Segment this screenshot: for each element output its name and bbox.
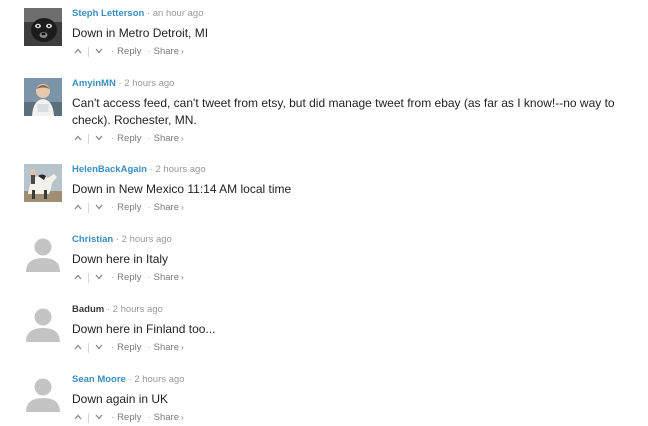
timestamp[interactable]: 2 hours ago [113, 304, 163, 315]
comment-body: HelenBackAgain · 2 hours ago Down in New… [72, 164, 624, 214]
share-button[interactable]: Share [154, 133, 179, 145]
comment-actions: · Reply · Share › [72, 46, 624, 58]
comment-body: Badum · 2 hours ago Down here in Finland… [72, 304, 624, 354]
comment-actions: · Reply · Share › [72, 133, 624, 145]
comment-text: Down in New Mexico 11:14 AM local time [72, 182, 292, 196]
action-separator: · [147, 412, 151, 423]
share-arrow-icon: › [181, 343, 184, 352]
comment-meta: Badum · 2 hours ago [72, 304, 624, 316]
downvote-icon[interactable] [93, 46, 105, 58]
author-link[interactable]: Christian [72, 234, 113, 245]
avatar-child-photo[interactable] [24, 78, 62, 116]
vote-divider [88, 343, 89, 353]
upvote-icon[interactable] [72, 133, 84, 145]
reply-button[interactable]: Reply [117, 46, 141, 58]
action-separator: · [111, 412, 115, 423]
comment-meta: Steph Letterson · an hour ago [72, 8, 624, 20]
timestamp[interactable]: 2 hours ago [124, 78, 174, 89]
reply-button[interactable]: Reply [117, 342, 141, 354]
downvote-icon[interactable] [93, 202, 105, 214]
author-link[interactable]: AmyinMN [72, 78, 116, 89]
timestamp[interactable]: 2 hours ago [155, 164, 205, 175]
action-separator: · [147, 46, 151, 57]
upvote-icon[interactable] [72, 272, 84, 284]
downvote-icon[interactable] [93, 272, 105, 284]
share-button[interactable]: Share [154, 202, 179, 214]
comment-text: Down here in Finland too... [72, 322, 216, 336]
comment-body: Steph Letterson · an hour ago Down in Me… [72, 8, 624, 58]
downvote-icon[interactable] [93, 342, 105, 354]
share-arrow-icon: › [181, 47, 184, 56]
reply-button[interactable]: Reply [117, 133, 141, 145]
timestamp[interactable]: 2 hours ago [134, 374, 184, 385]
share-arrow-icon: › [181, 134, 184, 143]
share-button[interactable]: Share [154, 342, 179, 354]
share-button[interactable]: Share [154, 412, 179, 424]
comment-text: Down here in Italy [72, 252, 169, 266]
action-separator: · [147, 272, 151, 283]
timestamp[interactable]: 2 hours ago [122, 234, 172, 245]
meta-separator: · [115, 234, 119, 245]
meta-separator: · [149, 164, 153, 175]
comment-meta: Christian · 2 hours ago [72, 234, 624, 246]
vote-divider [88, 203, 89, 213]
meta-separator: · [128, 374, 132, 385]
action-separator: · [111, 46, 115, 57]
vote-divider [88, 47, 89, 57]
comment-meta: HelenBackAgain · 2 hours ago [72, 164, 624, 176]
meta-separator: · [118, 78, 122, 89]
default-avatar-icon[interactable] [24, 234, 62, 272]
action-separator: · [147, 202, 151, 213]
share-arrow-icon: › [181, 203, 184, 212]
comment-actions: · Reply · Share › [72, 412, 624, 424]
default-avatar-icon[interactable] [24, 374, 62, 412]
action-separator: · [111, 133, 115, 144]
vote-divider [88, 413, 89, 423]
share-button[interactable]: Share [154, 272, 179, 284]
reply-button[interactable]: Reply [117, 412, 141, 424]
action-separator: · [147, 133, 151, 144]
reply-button[interactable]: Reply [117, 272, 141, 284]
share-button[interactable]: Share [154, 46, 179, 58]
comment-actions: · Reply · Share › [72, 272, 624, 284]
action-separator: · [111, 272, 115, 283]
comment-text: Can't access feed, can't tweet from etsy… [72, 96, 615, 127]
avatar-horse-photo[interactable] [24, 164, 62, 202]
downvote-icon[interactable] [93, 133, 105, 145]
reply-button[interactable]: Reply [117, 202, 141, 214]
author-link[interactable]: Sean Moore [72, 374, 126, 385]
comment-body: Christian · 2 hours ago Down here in Ita… [72, 234, 624, 284]
comment-text: Down in Metro Detroit, MI [72, 26, 209, 40]
comment-body: AmyinMN · 2 hours ago Can't access feed,… [72, 78, 624, 145]
comment-meta: AmyinMN · 2 hours ago [72, 78, 624, 90]
comment-meta: Sean Moore · 2 hours ago [72, 374, 624, 386]
vote-divider [88, 134, 89, 144]
vote-divider [88, 273, 89, 283]
upvote-icon[interactable] [72, 46, 84, 58]
meta-separator: · [106, 304, 111, 315]
share-arrow-icon: › [181, 273, 184, 282]
action-separator: · [111, 202, 115, 213]
upvote-icon[interactable] [72, 342, 84, 354]
comment-actions: · Reply · Share › [72, 202, 624, 214]
downvote-icon[interactable] [93, 412, 105, 424]
action-separator: · [111, 342, 115, 353]
comment-actions: · Reply · Share › [72, 342, 624, 354]
author-name[interactable]: Badum [72, 304, 104, 315]
share-arrow-icon: › [181, 413, 184, 422]
author-link[interactable]: Steph Letterson [72, 8, 144, 19]
timestamp[interactable]: an hour ago [153, 8, 204, 19]
author-link[interactable]: HelenBackAgain [72, 164, 147, 175]
upvote-icon[interactable] [72, 202, 84, 214]
upvote-icon[interactable] [72, 412, 84, 424]
comment-body: Sean Moore · 2 hours ago Down again in U… [72, 374, 624, 424]
comment-text: Down again in UK [72, 392, 169, 406]
default-avatar-icon[interactable] [24, 304, 62, 342]
action-separator: · [147, 342, 151, 353]
avatar-dog-photo[interactable] [24, 8, 62, 46]
meta-separator: · [146, 8, 151, 19]
